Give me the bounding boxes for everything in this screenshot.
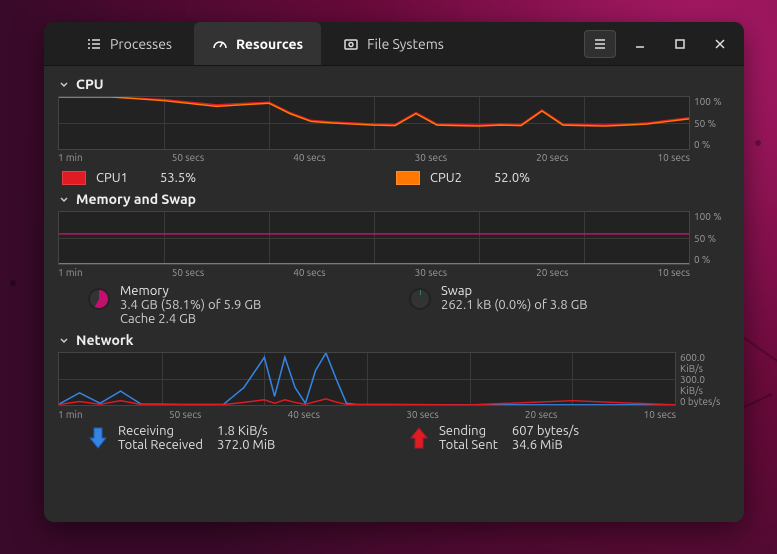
net-ylabel: 600.0 KiB/s [680,352,730,374]
legend-value: 52.0% [494,171,530,185]
xlabel: 10 secs [644,409,676,420]
recv-rate-value: 1.8 KiB/s [217,424,275,438]
xlabel: 30 secs [406,409,438,420]
cpu-section: CPU 100 % 50 % 0 % 1 min 50 secs [58,76,730,185]
cpu-chart[interactable] [58,96,690,150]
network-recv-info: Receiving 1.8 KiB/s Total Received 372.0… [88,424,409,452]
memory-usage: 3.4 GB (58.1%) of 5.9 GB [120,298,261,312]
xlabel: 40 secs [288,409,320,420]
chevron-down-icon [58,334,70,346]
close-button[interactable] [704,30,736,58]
system-monitor-window: Processes Resources File [44,22,744,522]
tab-label: File Systems [367,36,444,52]
section-title: CPU [76,76,104,92]
memory-section-header[interactable]: Memory and Swap [58,191,730,207]
memory-cache: Cache 2.4 GB [120,312,261,326]
memory-chart[interactable] [58,211,690,265]
network-send-info: Sending 607 bytes/s Total Sent 34.6 MiB [409,424,579,452]
cpu2-legend[interactable]: CPU2 52.0% [396,171,530,185]
xlabel: 20 secs [525,409,557,420]
memory-info: Memory 3.4 GB (58.1%) of 5.9 GB Cache 2.… [88,284,409,326]
section-title: Network [76,332,134,348]
recv-rate-label: Receiving [118,424,203,438]
tab-resources[interactable]: Resources [194,22,321,65]
xlabel: 1 min [58,152,83,163]
xlabel: 40 secs [293,152,325,163]
xlabel: 10 secs [658,267,690,278]
upload-arrow-icon [409,426,429,450]
section-title: Memory and Swap [76,191,196,207]
legend-name: CPU2 [430,171,462,185]
send-total-label: Total Sent [439,438,498,452]
mem-ylabel: 0 % [694,254,730,265]
memory-pie-icon [88,288,110,310]
net-ylabel: 300.0 KiB/s [680,374,730,396]
maximize-button[interactable] [664,30,696,58]
tab-label: Processes [110,36,172,52]
xlabel: 20 secs [536,152,568,163]
header-bar: Processes Resources File [44,22,744,66]
cpu-section-header[interactable]: CPU [58,76,730,92]
xlabel: 50 secs [169,409,201,420]
cpu-ylabel: 0 % [694,139,730,150]
cpu2-swatch [396,171,420,185]
cpu1-legend[interactable]: CPU1 53.5% [62,171,396,185]
mem-ylabel: 50 % [694,233,730,244]
net-ylabel: 0 bytes/s [680,396,730,407]
send-total-value: 34.6 MiB [512,438,579,452]
chevron-down-icon [58,78,70,90]
send-rate-label: Sending [439,424,498,438]
xlabel: 50 secs [172,152,204,163]
hamburger-menu-button[interactable] [584,30,616,58]
minimize-button[interactable] [624,30,656,58]
mem-ylabel: 100 % [694,211,730,222]
swap-info: Swap 262.1 kB (0.0%) of 3.8 GB [409,284,588,326]
network-chart[interactable] [58,352,676,406]
legend-name: CPU1 [96,171,128,185]
xlabel: 20 secs [536,267,568,278]
memory-section: Memory and Swap 100 % 50 % 0 % 1 min [58,191,730,326]
xlabel: 30 secs [415,152,447,163]
xlabel: 1 min [58,267,83,278]
legend-value: 53.5% [160,171,196,185]
memory-label: Memory [120,284,261,298]
send-rate-value: 607 bytes/s [512,424,579,438]
recv-total-value: 372.0 MiB [217,438,275,452]
harddrive-icon [343,36,359,52]
network-section: Network 600.0 KiB/s 300.0 KiB/s 0 bytes/… [58,332,730,452]
cpu-ylabel: 100 % [694,96,730,107]
tab-label: Resources [236,36,303,52]
xlabel: 40 secs [293,267,325,278]
xlabel: 1 min [58,409,83,420]
swap-usage: 262.1 kB (0.0%) of 3.8 GB [441,298,588,312]
xlabel: 30 secs [415,267,447,278]
list-icon [86,36,102,52]
swap-pie-icon [409,288,431,310]
cpu-ylabel: 50 % [694,118,730,129]
cpu1-swatch [62,171,86,185]
chevron-down-icon [58,193,70,205]
download-arrow-icon [88,426,108,450]
speedometer-icon [212,36,228,52]
view-tabs: Processes Resources File [68,22,462,65]
network-section-header[interactable]: Network [58,332,730,348]
xlabel: 10 secs [658,152,690,163]
tab-filesystems[interactable]: File Systems [325,22,462,65]
tab-processes[interactable]: Processes [68,22,190,65]
recv-total-label: Total Received [118,438,203,452]
xlabel: 50 secs [172,267,204,278]
swap-label: Swap [441,284,588,298]
resources-view: CPU 100 % 50 % 0 % 1 min 50 secs [44,66,744,522]
